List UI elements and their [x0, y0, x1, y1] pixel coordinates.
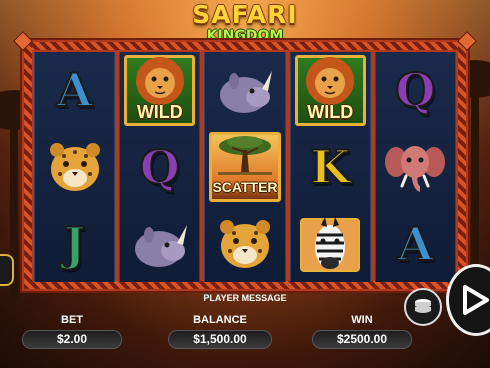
bet-coins-button[interactable] [404, 288, 442, 326]
symbol-cell: A [35, 52, 114, 129]
symbol-cell: J [35, 205, 114, 282]
symbol-cell: SCATTER [205, 129, 284, 206]
coin-stack-icon [415, 299, 431, 313]
letter-q-icon: Q [394, 62, 436, 118]
symbol-cell: WILD [291, 52, 370, 129]
letter-a-icon: A [56, 62, 94, 118]
symbol-cell [120, 205, 199, 282]
letter-k-icon: K [309, 139, 351, 195]
reel-5: Q A [374, 52, 457, 282]
leopard-icon [220, 219, 270, 268]
spin-button[interactable] [446, 264, 490, 336]
symbol-cell: Q [120, 129, 199, 206]
symbol-cell [205, 205, 284, 282]
wild-label: WILD [136, 101, 183, 122]
play-arrow-icon [463, 285, 489, 315]
logo-title: SAFARI [192, 0, 298, 29]
balance-label: BALANCE [193, 314, 247, 326]
frame-pattern-right [458, 42, 466, 289]
balance-value: $1,500.00 [168, 330, 272, 349]
leopard-icon [49, 143, 100, 191]
symbol-cell: K [291, 129, 370, 206]
frame-pattern-bottom [24, 281, 466, 289]
reel-2: WILD Q [119, 52, 201, 282]
rhino-icon [134, 224, 187, 267]
bet-label: BET [61, 314, 83, 326]
bet-display[interactable]: BET $2.00 [22, 312, 122, 350]
win-value: $2500.00 [312, 330, 412, 349]
reel-4: WILD K [289, 52, 371, 282]
reel-3: SCATTER [204, 52, 286, 282]
symbol-cell: Q [376, 52, 455, 129]
symbol-cell: A [376, 205, 455, 282]
frame-pattern-left [24, 42, 32, 289]
win-label: WIN [351, 314, 373, 326]
frame-pattern-top [24, 42, 466, 50]
symbol-cell [291, 205, 370, 282]
side-menu-tab[interactable] [0, 254, 14, 286]
player-message: PLAYER MESSAGE [203, 293, 287, 303]
reel-1: A J [34, 52, 116, 282]
symbol-cell [35, 129, 114, 206]
symbol-cell [205, 52, 284, 129]
zebra-icon [300, 216, 361, 272]
letter-j-icon: J [63, 216, 87, 272]
reel-grid: A J WILD Q SCATTER WILD K Q A [34, 52, 457, 282]
scatter-label: SCATTER [212, 179, 278, 196]
bet-value: $2.00 [22, 330, 122, 349]
letter-a-icon: A [397, 216, 435, 272]
rhino-icon [220, 71, 272, 114]
symbol-cell [376, 129, 455, 206]
symbol-cell: WILD [120, 52, 199, 129]
elephant-icon [385, 146, 446, 192]
balance-display: BALANCE $1,500.00 [168, 312, 272, 350]
wild-label: WILD [307, 101, 354, 122]
letter-q-icon: Q [139, 139, 181, 195]
win-display: WIN $2500.00 [312, 312, 412, 350]
